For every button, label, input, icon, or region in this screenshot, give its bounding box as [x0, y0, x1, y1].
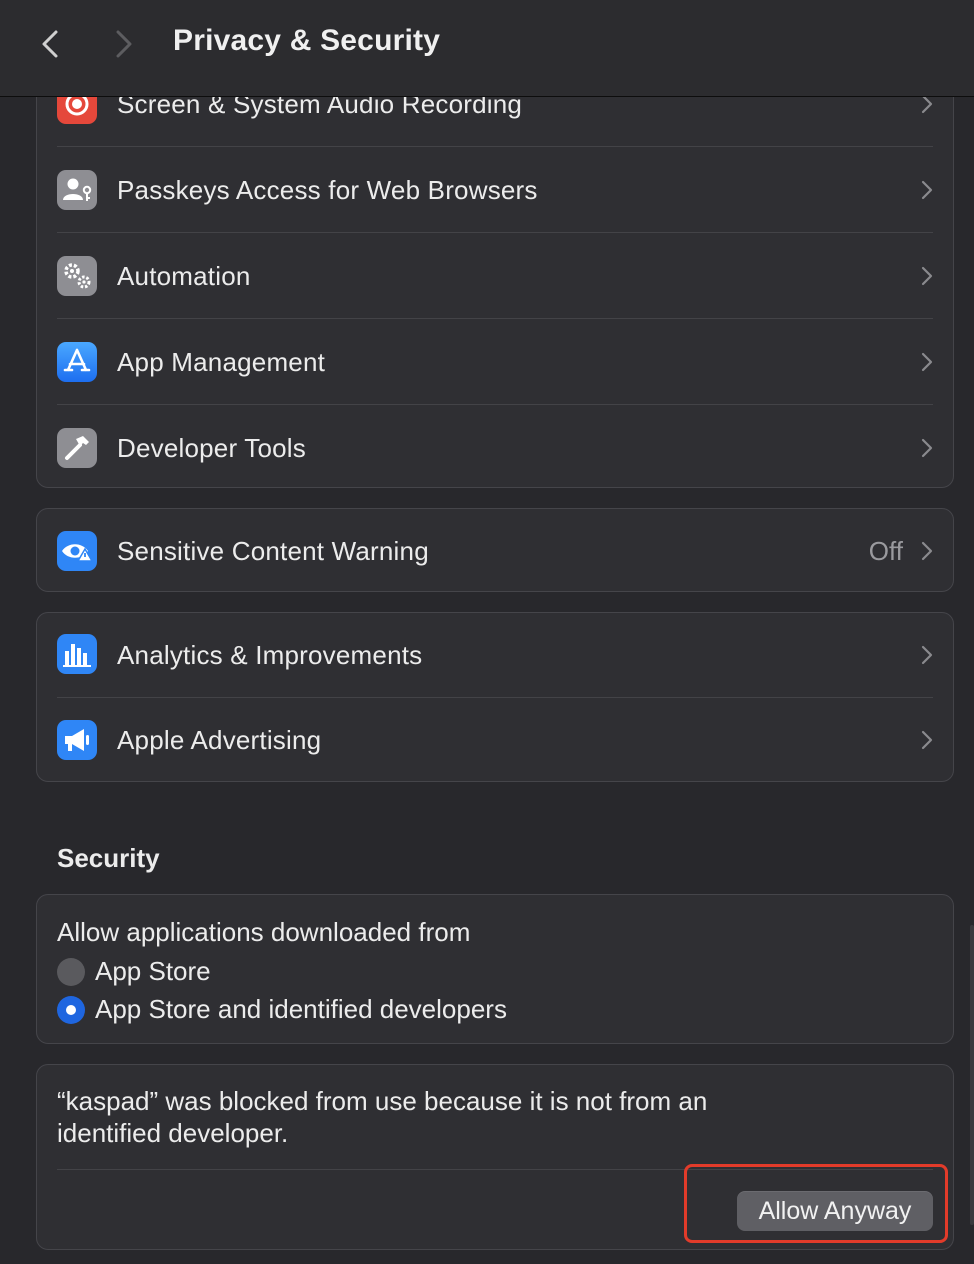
- chevron-right-icon: [919, 264, 935, 288]
- row-sensitive-content-warning[interactable]: Sensitive Content Warning Off: [37, 509, 953, 593]
- chevron-right-icon: [919, 643, 935, 667]
- row-value: Off: [868, 536, 903, 566]
- chevron-right-icon: [919, 178, 935, 202]
- privacy-group-2: Sensitive Content Warning Off: [36, 508, 954, 592]
- radio-app-store-identified-developers[interactable]: App Store and identified developers: [57, 994, 617, 1026]
- row-automation[interactable]: Automation: [37, 233, 953, 319]
- privacy-security-window: Screen & System Audio Recording Passkeys…: [0, 0, 974, 1264]
- row-label: Sensitive Content Warning: [117, 536, 429, 566]
- row-label: Automation: [117, 261, 251, 291]
- allow-downloads-label: Allow applications downloaded from: [57, 917, 471, 947]
- row-label: Developer Tools: [117, 433, 306, 463]
- chevron-right-icon: [919, 350, 935, 374]
- privacy-group-3: Analytics & Improvements Apple Advertisi…: [36, 612, 954, 782]
- passkey-person-icon: [57, 170, 97, 210]
- row-apple-advertising[interactable]: Apple Advertising: [37, 698, 953, 784]
- radio-button-off[interactable]: [57, 958, 85, 986]
- radio-label: App Store and identified developers: [95, 994, 507, 1024]
- row-label: Analytics & Improvements: [117, 640, 423, 670]
- eye-warning-icon: [57, 531, 97, 571]
- radio-button-on[interactable]: [57, 996, 85, 1024]
- app-store-icon: [57, 342, 97, 382]
- row-label: Apple Advertising: [117, 725, 322, 755]
- chevron-right-icon: [919, 436, 935, 460]
- page-title: Privacy & Security: [173, 24, 441, 57]
- scrollbar[interactable]: [970, 925, 974, 1225]
- settings-scroll-area[interactable]: Screen & System Audio Recording Passkeys…: [0, 0, 974, 1264]
- megaphone-icon: [57, 720, 97, 760]
- row-passkeys-access[interactable]: Passkeys Access for Web Browsers: [37, 147, 953, 233]
- hammer-icon: [57, 428, 97, 468]
- gears-icon: [57, 256, 97, 296]
- privacy-group-1: Screen & System Audio Recording Passkeys…: [36, 40, 954, 488]
- radio-label: App Store: [95, 956, 211, 986]
- security-section-title: Security: [57, 843, 160, 873]
- chevron-left-icon[interactable]: [34, 26, 70, 62]
- chevron-right-icon[interactable]: [106, 26, 142, 62]
- chevron-right-icon: [919, 539, 935, 563]
- bar-chart-icon: [57, 634, 97, 674]
- title-bar: Privacy & Security: [0, 0, 974, 97]
- highlight-box: [684, 1164, 948, 1243]
- chevron-right-icon: [919, 728, 935, 752]
- row-app-management[interactable]: App Management: [37, 319, 953, 405]
- row-analytics-improvements[interactable]: Analytics & Improvements: [37, 613, 953, 699]
- row-developer-tools[interactable]: Developer Tools: [37, 405, 953, 491]
- row-label: Passkeys Access for Web Browsers: [117, 175, 538, 205]
- radio-app-store[interactable]: App Store: [57, 956, 357, 988]
- security-download-group: Allow applications downloaded from App S…: [36, 894, 954, 1044]
- blocked-app-message: “kaspad” was blocked from use because it…: [57, 1086, 708, 1148]
- row-label: App Management: [117, 347, 326, 377]
